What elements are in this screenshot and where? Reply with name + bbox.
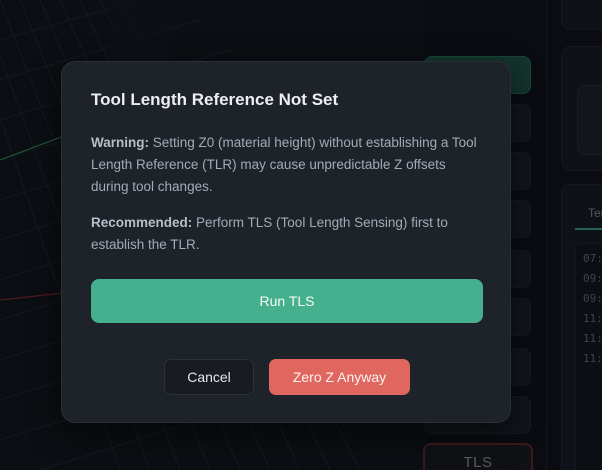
app-root: TLS Ter 07: 09: 09: 11: 11: 11: Tool Len… (0, 0, 602, 470)
warning-paragraph: Warning: Setting Z0 (material height) wi… (91, 132, 486, 198)
recommended-label: Recommended: (91, 215, 193, 230)
run-tls-button[interactable]: Run TLS (91, 279, 483, 323)
tlr-warning-dialog: Tool Length Reference Not Set Warning: S… (61, 61, 511, 423)
recommended-paragraph: Recommended: Perform TLS (Tool Length Se… (91, 212, 486, 256)
dialog-title: Tool Length Reference Not Set (91, 90, 339, 109)
cancel-button[interactable]: Cancel (164, 359, 254, 395)
zero-z-anyway-button[interactable]: Zero Z Anyway (269, 359, 410, 395)
warning-text: Setting Z0 (material height) without est… (91, 135, 477, 194)
warning-label: Warning: (91, 135, 149, 150)
